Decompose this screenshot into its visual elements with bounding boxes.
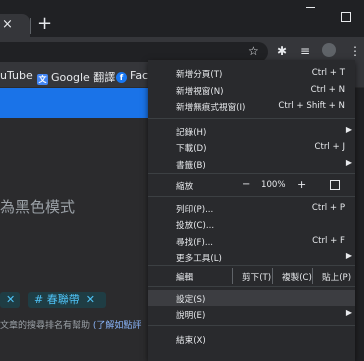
submenu-arrow-icon: ▶ (345, 158, 352, 167)
menu-divider (148, 325, 355, 326)
menu-divider (148, 286, 355, 287)
menu-item-print[interactable]: 列印(P)... Ctrl + P (148, 200, 355, 216)
submenu-arrow-icon: ▶ (345, 125, 352, 134)
menu-item-exit[interactable]: 結束(X) (148, 331, 355, 347)
menu-divider (148, 118, 355, 119)
zoom-out-button[interactable]: − (242, 179, 250, 190)
menu-zoom-row: 縮放 − 100% + (148, 177, 355, 193)
media-controls-icon[interactable]: ≡ (300, 45, 310, 57)
menu-item-find[interactable]: 尋找(F)... Ctrl + F (148, 233, 355, 249)
menu-item-more-tools[interactable]: 更多工具(L) ▶ (148, 249, 355, 265)
copy-button[interactable]: 複製(C) (272, 268, 313, 284)
paste-button[interactable]: 貼上(P) (312, 268, 356, 284)
maximize-icon[interactable] (341, 12, 351, 22)
address-bar[interactable] (0, 42, 268, 62)
help-text: 文章的搜尋排名有幫助 (了解如點評 (0, 321, 142, 331)
more-menu-icon[interactable]: ⋮ (349, 45, 361, 57)
menu-item-settings[interactable]: 設定(S) (148, 290, 355, 306)
tag-close-icon[interactable]: ✕ (6, 293, 15, 306)
fullscreen-icon[interactable] (330, 180, 340, 190)
dark-mode-heading: 為黑色模式 (0, 198, 76, 216)
tag-chip[interactable]: ✕ (0, 292, 20, 308)
translate-icon: 文 (37, 74, 48, 85)
tag-chip[interactable]: # 春聯帶 ✕ (28, 292, 106, 308)
menu-edit-row: 編輯 剪下(T) 複製(C) 貼上(P) (148, 268, 355, 284)
zoom-level: 100% (261, 180, 286, 190)
menu-item-help[interactable]: 說明(E) ▶ (148, 306, 355, 322)
menu-item-history[interactable]: 記錄(H) ▶ (148, 123, 355, 139)
new-tab-icon[interactable]: + (37, 15, 52, 33)
menu-divider (148, 173, 355, 174)
chrome-menu: 新增分頁(T) Ctrl + T 新增視窗(N) Ctrl + N 新增無痕式視… (148, 60, 355, 361)
tab-separator (30, 18, 31, 34)
page-header-bar (0, 88, 160, 118)
facebook-icon: f (116, 72, 127, 83)
menu-item-new-tab[interactable]: 新增分頁(T) Ctrl + T (148, 65, 355, 81)
zoom-in-button[interactable]: + (297, 178, 306, 191)
scrollbar[interactable] (355, 88, 364, 361)
menu-item-downloads[interactable]: 下載(D) Ctrl + J (148, 139, 355, 155)
bookmark-youtube[interactable]: uTube (0, 69, 33, 82)
avatar[interactable] (322, 43, 336, 57)
extensions-icon[interactable]: ✱ (277, 45, 287, 57)
menu-item-new-window[interactable]: 新增視窗(N) Ctrl + N (148, 82, 355, 98)
submenu-arrow-icon: ▶ (345, 308, 352, 317)
menu-item-bookmarks[interactable]: 書籤(B) ▶ (148, 156, 355, 172)
bookmark-google-translate[interactable]: 文 Google 翻譯 (37, 69, 115, 85)
tag-close-icon[interactable]: ✕ (86, 293, 95, 306)
learn-more-link[interactable]: (了解如點評 (93, 321, 142, 331)
bookmark-star-icon[interactable]: ☆ (248, 45, 259, 57)
menu-divider (148, 265, 355, 266)
minimize-icon[interactable] (306, 7, 315, 8)
menu-item-new-incognito[interactable]: 新增無痕式視窗(I) Ctrl + Shift + N (148, 98, 355, 114)
tab-close-icon[interactable]: × (2, 17, 13, 32)
menu-item-cast[interactable]: 投放(C)... (148, 216, 355, 232)
tab-strip (0, 0, 364, 37)
cut-button[interactable]: 剪下(T) (232, 268, 273, 284)
submenu-arrow-icon: ▶ (345, 251, 352, 260)
menu-divider (148, 196, 355, 197)
